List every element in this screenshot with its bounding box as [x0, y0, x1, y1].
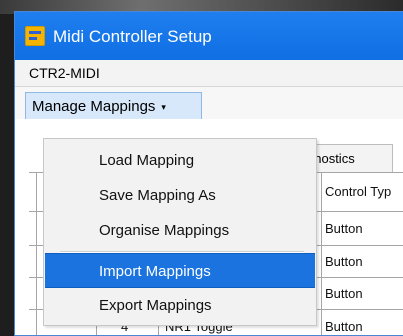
menu-item-import-mappings[interactable]: Import Mappings — [45, 253, 315, 288]
table-cell-control-type-row-1: Button — [325, 221, 363, 236]
app-window: Midi Controller Setup CTR2-MIDI Manage M… — [14, 11, 403, 336]
menu-item-save-mapping-as[interactable]: Save Mapping As — [45, 178, 315, 213]
table-cell-control-type-row-3: Button — [325, 286, 363, 301]
toolbar: Manage Mappings ▾ — [15, 87, 403, 120]
column-header-control-type: Control Typ — [325, 184, 392, 199]
manage-mappings-label: Manage Mappings — [32, 97, 156, 115]
table-cell-control-type-row-4: Button — [325, 319, 363, 334]
menu-item-load-mapping[interactable]: Load Mapping — [45, 143, 315, 178]
menu-bar: CTR2-MIDI — [15, 60, 403, 87]
menu-item-organise-mappings[interactable]: Organise Mappings — [45, 213, 315, 248]
table-cell-control-type-row-2: Button — [325, 254, 363, 269]
chevron-down-icon: ▾ — [161, 101, 166, 112]
grid-line-col-0 — [36, 172, 37, 335]
menu-ctr2-midi[interactable]: CTR2-MIDI — [23, 60, 106, 87]
app-icon — [25, 26, 45, 46]
manage-mappings-dropdown: Load Mapping Save Mapping As Organise Ma… — [43, 138, 317, 326]
manage-mappings-button[interactable]: Manage Mappings ▾ — [25, 92, 202, 120]
menu-item-export-mappings[interactable]: Export Mappings — [45, 288, 315, 323]
title-bar: Midi Controller Setup — [15, 12, 403, 60]
window-title: Midi Controller Setup — [53, 26, 212, 46]
grid-line-col-3 — [321, 172, 322, 335]
